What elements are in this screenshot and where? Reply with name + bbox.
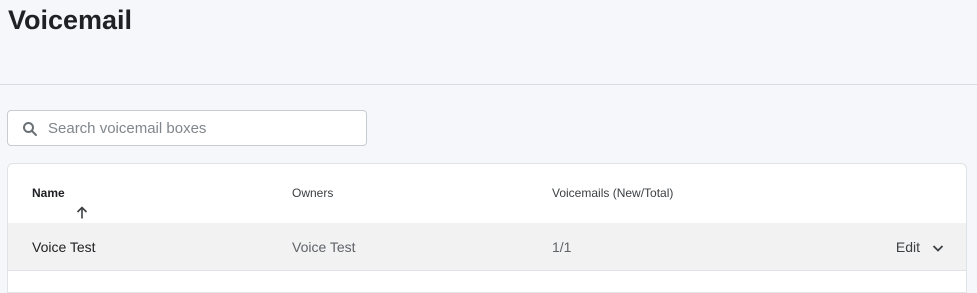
cell-owners: Voice Test bbox=[292, 239, 356, 255]
page-title: Voicemail bbox=[8, 5, 133, 35]
column-header-name[interactable]: Name bbox=[32, 164, 89, 223]
chevron-down-icon[interactable] bbox=[932, 241, 944, 253]
search-box[interactable] bbox=[7, 110, 367, 146]
arrow-up-icon[interactable] bbox=[75, 187, 89, 218]
cell-voicemails: 1/1 bbox=[552, 239, 572, 255]
search-icon bbox=[22, 121, 38, 137]
column-header-owners[interactable]: Owners bbox=[292, 164, 333, 223]
page-header: Voicemail bbox=[0, 0, 977, 85]
search-input[interactable] bbox=[48, 111, 348, 145]
voicemail-table: Name Owners Voicemails (New/Total) Voice… bbox=[7, 163, 967, 293]
column-header-voicemails[interactable]: Voicemails (New/Total) bbox=[552, 164, 673, 223]
cell-name: Voice Test bbox=[32, 239, 96, 255]
edit-button-label: Edit bbox=[895, 239, 920, 255]
column-header-label: Name bbox=[32, 186, 65, 200]
table-row[interactable]: Voice Test Voice Test 1/1 Edit bbox=[8, 223, 966, 271]
edit-button[interactable]: Edit bbox=[896, 235, 944, 259]
table-header: Name Owners Voicemails (New/Total) bbox=[8, 164, 966, 224]
